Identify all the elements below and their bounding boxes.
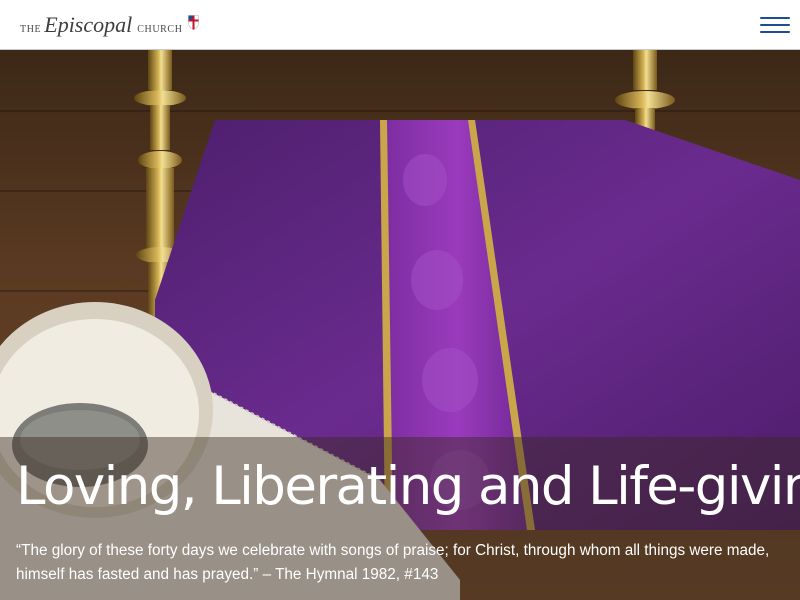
logo-suffix: church <box>137 24 183 35</box>
hero-banner: Loving, Liberating and Life-giving “The … <box>0 50 800 600</box>
hamburger-menu-icon[interactable] <box>760 14 790 36</box>
menu-bar <box>760 24 790 26</box>
hero-quote: “The glory of these forty days we celebr… <box>16 542 770 583</box>
menu-bar <box>760 17 790 19</box>
site-logo[interactable]: the Episcopal church <box>20 12 199 38</box>
hero-headline: Loving, Liberating and Life-giving <box>16 456 800 517</box>
logo-name: Episcopal <box>44 12 133 37</box>
logo-prefix: the <box>20 24 42 35</box>
menu-bar <box>760 31 790 33</box>
episcopal-shield-icon <box>187 15 199 30</box>
site-header: the Episcopal church <box>0 0 800 50</box>
